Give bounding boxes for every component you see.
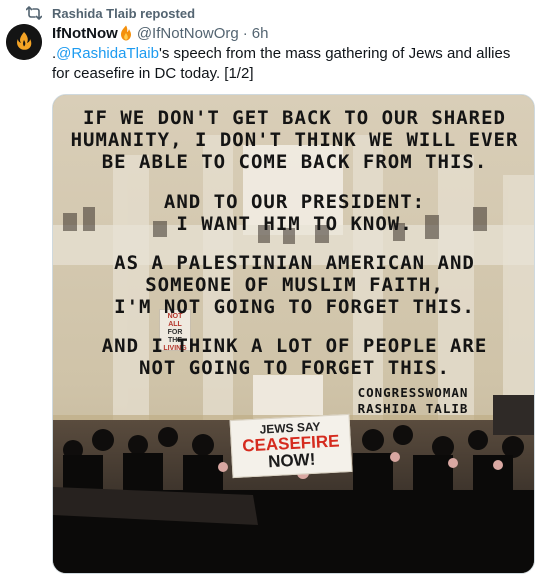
quote-line: BE ABLE TO COME BACK FROM THIS. <box>101 151 488 173</box>
flame-emoji-icon <box>119 25 133 41</box>
quote-line: HUMANITY, I DON'T THINK WE WILL EVER <box>70 129 519 151</box>
ceasefire-sign: JEWS SAY CEASEFIRE NOW! <box>229 413 353 479</box>
quote-line: IF WE DON'T GET BACK TO OUR SHARED <box>83 107 506 129</box>
mention-link[interactable]: @RashidaTlaib <box>56 45 159 62</box>
quote-line: AND TO OUR PRESIDENT: <box>163 191 426 213</box>
author-handle[interactable]: @IfNotNowOrg <box>137 25 239 42</box>
quote-line: AND I THINK A LOT OF PEOPLE ARE <box>101 335 488 357</box>
avatar[interactable] <box>6 24 42 60</box>
quote-line: NOT GOING TO FORGET THIS. <box>139 357 450 379</box>
attribution-name: RASHIDA TALIB <box>357 401 469 416</box>
ifnotnow-logo-icon <box>6 24 42 60</box>
repost-label[interactable]: Rashida Tlaib reposted <box>52 6 195 21</box>
tweet-text: .@RashidaTlaib's speech from the mass ga… <box>52 44 522 84</box>
quote-line: SOMEONE OF MUSLIM FAITH, <box>145 274 444 296</box>
quote-line: AS A PALESTINIAN AMERICAN AND <box>114 252 475 274</box>
repost-context[interactable]: Rashida Tlaib reposted <box>26 4 195 22</box>
quote-line: I WANT HIM TO KNOW. <box>176 213 413 235</box>
repost-icon <box>26 5 42 21</box>
timestamp[interactable]: 6h <box>252 25 269 42</box>
author-name[interactable]: IfNotNow <box>52 25 118 42</box>
media-image[interactable]: NOT ALL FOR THE LIVING JEWS SAY CEASEFIR… <box>52 94 535 574</box>
tweet-header: IfNotNow @IfNotNowOrg · 6h <box>52 23 268 43</box>
quote-line: I'M NOT GOING TO FORGET THIS. <box>114 296 475 318</box>
attribution-title: CONGRESSWOMAN <box>357 385 469 400</box>
separator-dot: · <box>242 24 248 42</box>
